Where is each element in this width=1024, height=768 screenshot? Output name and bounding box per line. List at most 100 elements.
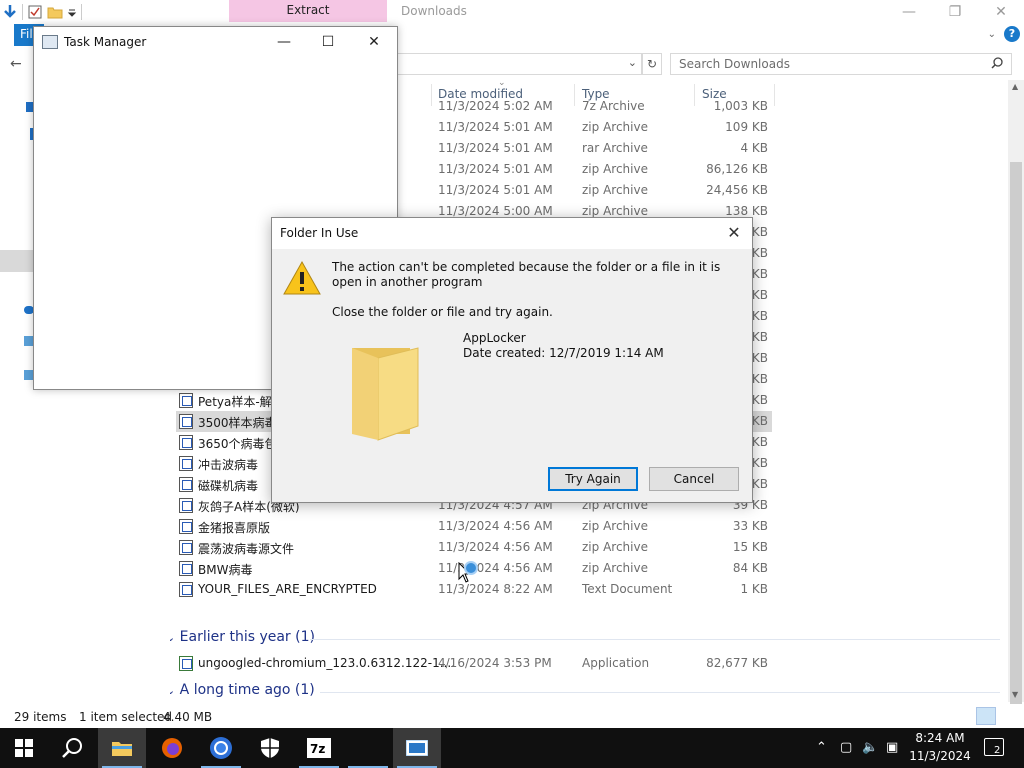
large-icons-view-icon[interactable] <box>1000 707 1020 725</box>
file-type: zip Archive <box>582 540 648 554</box>
busy-spinner-icon <box>464 561 478 575</box>
taskbar-chrome[interactable] <box>197 728 245 768</box>
properties-icon[interactable] <box>27 4 43 20</box>
scroll-down-icon[interactable]: ▼ <box>1012 690 1018 699</box>
cancel-button[interactable]: Cancel <box>649 467 739 491</box>
clock-time[interactable]: 8:24 AM <box>908 731 972 745</box>
close-button[interactable]: ✕ <box>978 0 1024 24</box>
taskbar-running-app[interactable] <box>344 728 392 768</box>
file-type: Application <box>582 656 650 670</box>
file-type: zip Archive <box>582 519 648 533</box>
search-button[interactable] <box>48 728 96 768</box>
minimize-button[interactable]: — <box>269 31 299 53</box>
file-size: 1,003 KB <box>713 99 768 113</box>
task-manager-icon <box>406 740 428 756</box>
download-arrow-icon[interactable] <box>2 4 18 20</box>
chevron-down-icon[interactable]: ⌄ <box>628 56 637 69</box>
taskbar-file-explorer[interactable] <box>98 728 146 768</box>
file-name: 冲击波病毒 <box>198 458 259 472</box>
file-row[interactable]: YOUR_FILES_ARE_ENCRYPTED 11/3/2024 8:22 A… <box>176 579 772 600</box>
file-size: 84 KB <box>732 561 768 575</box>
shield-icon <box>261 738 279 758</box>
group-earlier-this-year[interactable]: ⌄ Earlier this year (1) <box>170 629 315 645</box>
warning-icon <box>283 260 321 295</box>
show-hidden-icons-chevron-icon[interactable]: ⌃ <box>816 740 827 755</box>
group-label: A long time ago (1) <box>179 682 315 698</box>
folder-in-use-dialog: Folder In Use ✕ The action can't be comp… <box>271 217 753 503</box>
file-size: 86,126 KB <box>706 162 768 176</box>
start-button[interactable] <box>0 728 48 768</box>
refresh-icon[interactable]: ↻ <box>642 53 662 75</box>
file-date: 11/3/2024 4:56 AM <box>438 519 553 533</box>
file-explorer-icon <box>112 742 132 756</box>
clock-date[interactable]: 11/3/2024 <box>908 749 972 763</box>
archive-file-icon <box>179 414 193 429</box>
maximize-button[interactable]: ☐ <box>313 31 343 53</box>
archive-file-icon <box>179 393 193 408</box>
vertical-scrollbar[interactable]: ▲ ▼ <box>1008 80 1024 742</box>
taskbar: 7z ⌃ ▢ 🔈 ▣ 8:24 AM 11/3/2024 2 <box>0 728 1024 768</box>
taskbar-7zip[interactable]: 7z <box>295 728 343 768</box>
network-icon[interactable]: ▣ <box>886 740 898 755</box>
file-name: BMW病毒 <box>198 563 253 577</box>
file-date: 11/3/2024 4:56 AM <box>438 540 553 554</box>
selection-size: 4.40 MB <box>163 710 213 724</box>
search-input[interactable]: Search Downloads <box>670 53 1012 75</box>
group-long-time-ago[interactable]: ⌄ A long time ago (1) <box>170 682 315 698</box>
nav-selected-item[interactable] <box>0 250 34 272</box>
scroll-up-icon[interactable]: ▲ <box>1012 82 1018 91</box>
close-button[interactable]: ✕ <box>718 220 750 246</box>
new-folder-icon[interactable] <box>47 4 63 20</box>
file-name: 金猪报喜原版 <box>198 521 271 535</box>
taskbar-task-manager[interactable] <box>393 728 441 768</box>
file-size: 109 KB <box>725 120 768 134</box>
file-size: 1 KB <box>740 582 768 596</box>
svg-text:7z: 7z <box>310 742 325 756</box>
expand-ribbon-icon[interactable]: ⌄ <box>988 29 996 40</box>
file-type: zip Archive <box>582 120 648 134</box>
firefox-icon <box>162 738 182 758</box>
notification-center-icon[interactable]: 2 <box>984 738 1004 756</box>
status-bar: 29 items 1 item selected 4.40 MB <box>0 704 1024 728</box>
explorer-titlebar: Extract Downloads — ❐ ✕ <box>0 0 1024 24</box>
file-type: zip Archive <box>582 183 648 197</box>
scrollbar-thumb[interactable] <box>1010 162 1022 742</box>
back-arrow-icon[interactable]: ← <box>10 56 22 72</box>
help-icon[interactable]: ? <box>1004 26 1020 42</box>
extract-context-tab[interactable]: Extract <box>229 0 387 22</box>
archive-file-icon <box>179 540 193 555</box>
quick-access-toolbar <box>0 0 82 24</box>
archive-file-icon <box>179 456 193 471</box>
try-again-button[interactable]: Try Again <box>548 467 638 491</box>
application-icon <box>179 656 193 671</box>
file-type: zip Archive <box>582 204 648 218</box>
navigation-pane[interactable] <box>0 80 34 702</box>
file-date: 11/3/2024 5:02 AM <box>438 99 553 113</box>
volume-muted-icon[interactable]: 🔈 <box>862 740 878 755</box>
file-name: 3650个病毒包 <box>198 437 277 451</box>
file-name: ungoogled-chromium_123.0.6312.122-1.... <box>198 656 455 670</box>
window-title: Downloads <box>401 4 467 18</box>
close-button[interactable]: ✕ <box>359 31 389 53</box>
dialog-titlebar: Folder In Use ✕ <box>272 218 752 249</box>
customize-qat-icon[interactable] <box>67 4 77 20</box>
file-size: 4 KB <box>740 141 768 155</box>
file-row[interactable]: 震荡波病毒源文件 11/3/2024 4:56 AM zip Archive 15 K… <box>176 537 772 558</box>
file-row[interactable]: 金猪报喜原版 11/3/2024 4:56 AM zip Archive 33 KB <box>176 516 772 537</box>
file-date: 11/3/2024 5:01 AM <box>438 120 553 134</box>
details-view-icon[interactable] <box>976 707 996 725</box>
archive-file-icon <box>179 561 193 576</box>
file-row-earlier[interactable]: ungoogled-chromium_123.0.6312.122-1.... … <box>176 653 772 674</box>
file-name: 磁碟机病毒 <box>198 479 259 493</box>
address-bar[interactable]: ⌄ <box>398 53 642 75</box>
folder-icon <box>352 347 419 441</box>
file-type: 7z Archive <box>582 99 645 113</box>
taskbar-windows-security[interactable] <box>246 728 294 768</box>
dialog-title: Folder In Use <box>280 226 359 240</box>
taskbar-firefox[interactable] <box>148 728 196 768</box>
maximize-button[interactable]: ❐ <box>932 0 978 24</box>
sort-chevron-icon: ⌄ <box>498 78 506 88</box>
tray-app-icon[interactable]: ▢ <box>840 740 852 755</box>
file-name: YOUR_FILES_ARE_ENCRYPTED <box>198 582 377 596</box>
minimize-button[interactable]: — <box>886 0 932 24</box>
